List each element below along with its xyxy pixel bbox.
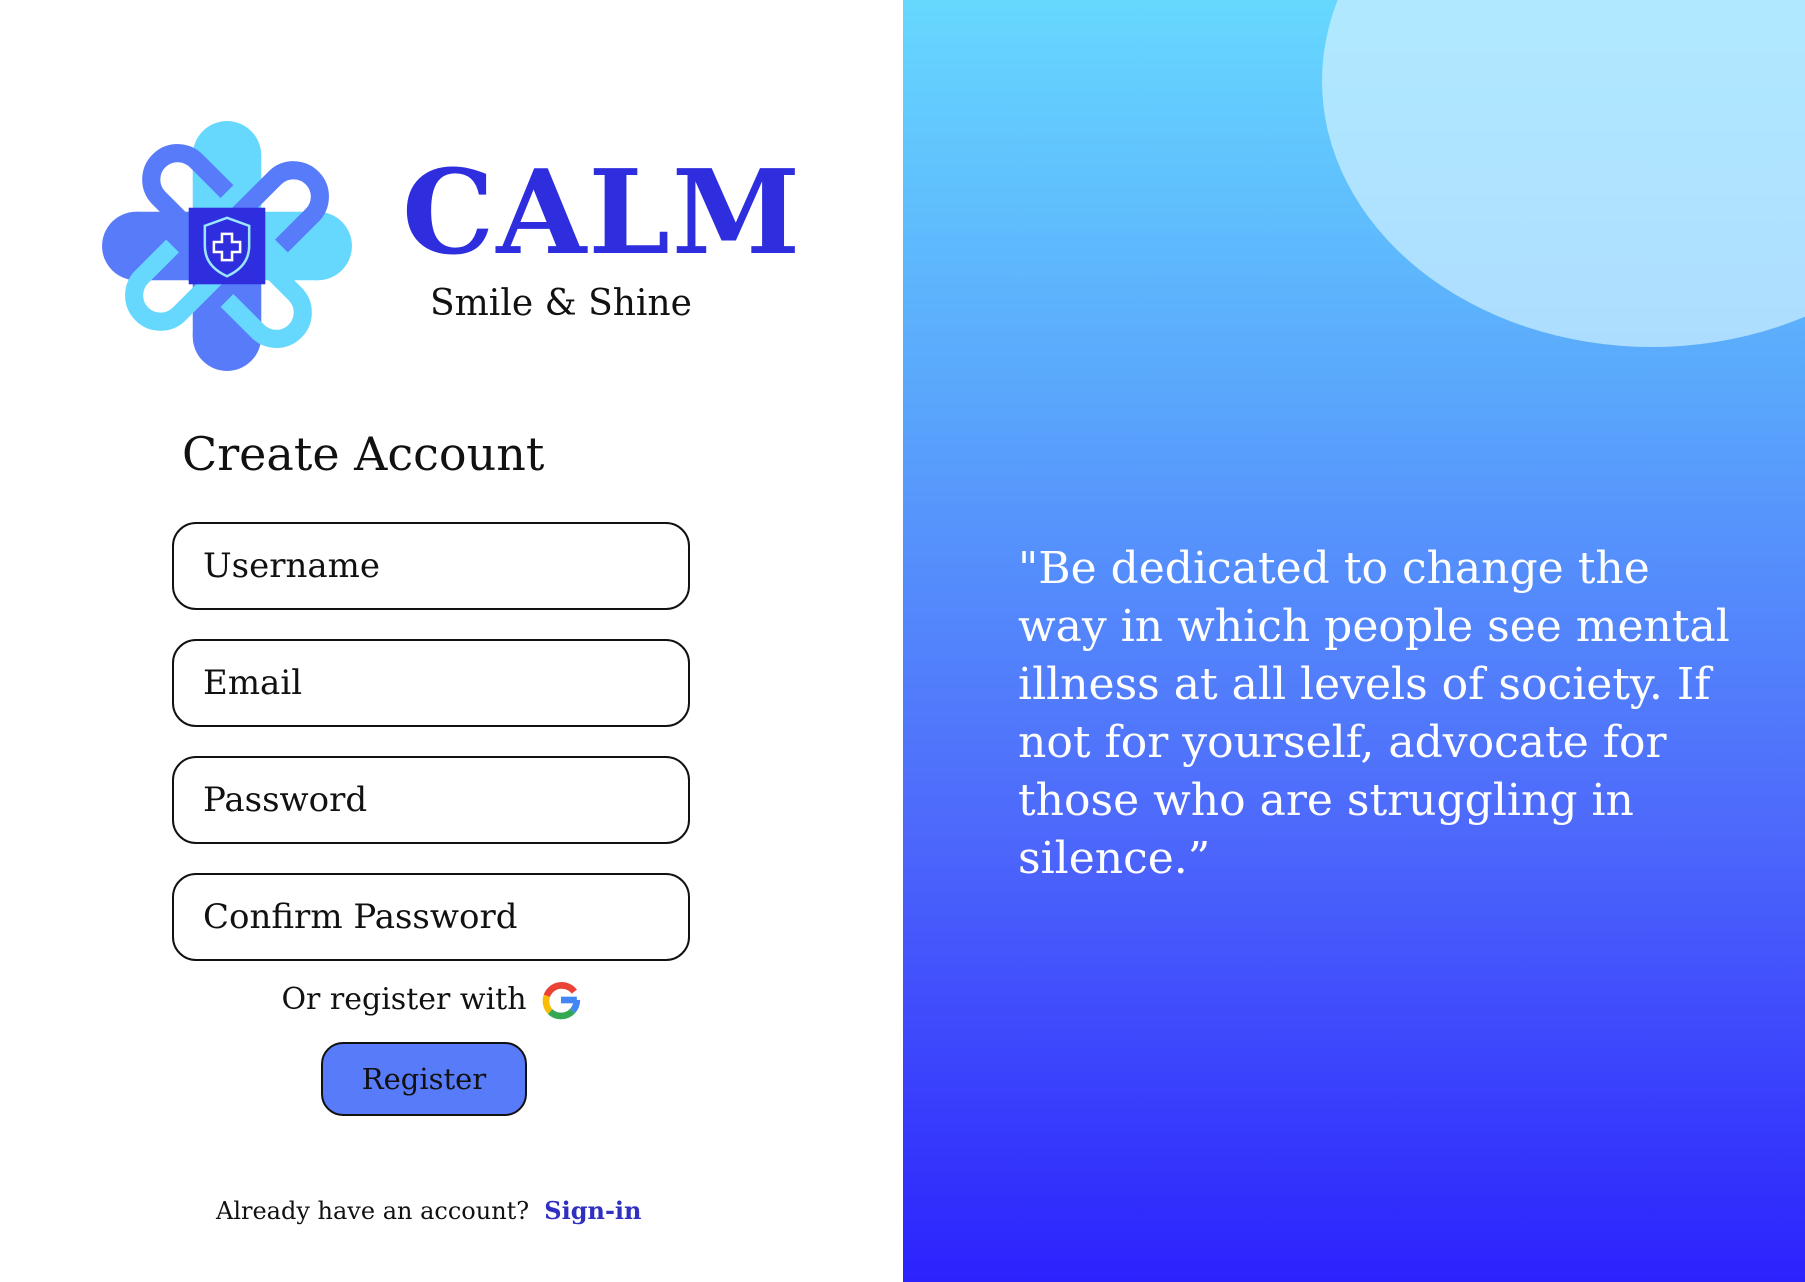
calm-logo-icon bbox=[102, 121, 352, 371]
signin-row: Already have an account? Sign-in bbox=[216, 1196, 641, 1225]
signin-link[interactable]: Sign-in bbox=[544, 1196, 641, 1225]
username-input[interactable] bbox=[172, 522, 690, 610]
google-icon[interactable] bbox=[541, 980, 581, 1020]
quote-text: "Be dedicated to change the way in which… bbox=[1018, 543, 1730, 884]
quote-panel: "Be dedicated to change the way in which… bbox=[903, 0, 1805, 1282]
confirm-password-input[interactable] bbox=[172, 873, 690, 961]
email-input[interactable] bbox=[172, 639, 690, 727]
brand-name: CALM bbox=[402, 145, 803, 281]
registration-panel: CALM Smile & Shine Create Account Or reg… bbox=[0, 0, 903, 1282]
password-input[interactable] bbox=[172, 756, 690, 844]
alt-register-row: Or register with bbox=[0, 980, 862, 1020]
register-button[interactable]: Register bbox=[321, 1042, 527, 1116]
form-title: Create Account bbox=[182, 427, 545, 481]
decorative-blob bbox=[1322, 0, 1805, 347]
alt-register-text: Or register with bbox=[281, 982, 527, 1017]
brand-tagline: Smile & Shine bbox=[430, 283, 692, 324]
signin-prompt: Already have an account? bbox=[216, 1197, 530, 1225]
